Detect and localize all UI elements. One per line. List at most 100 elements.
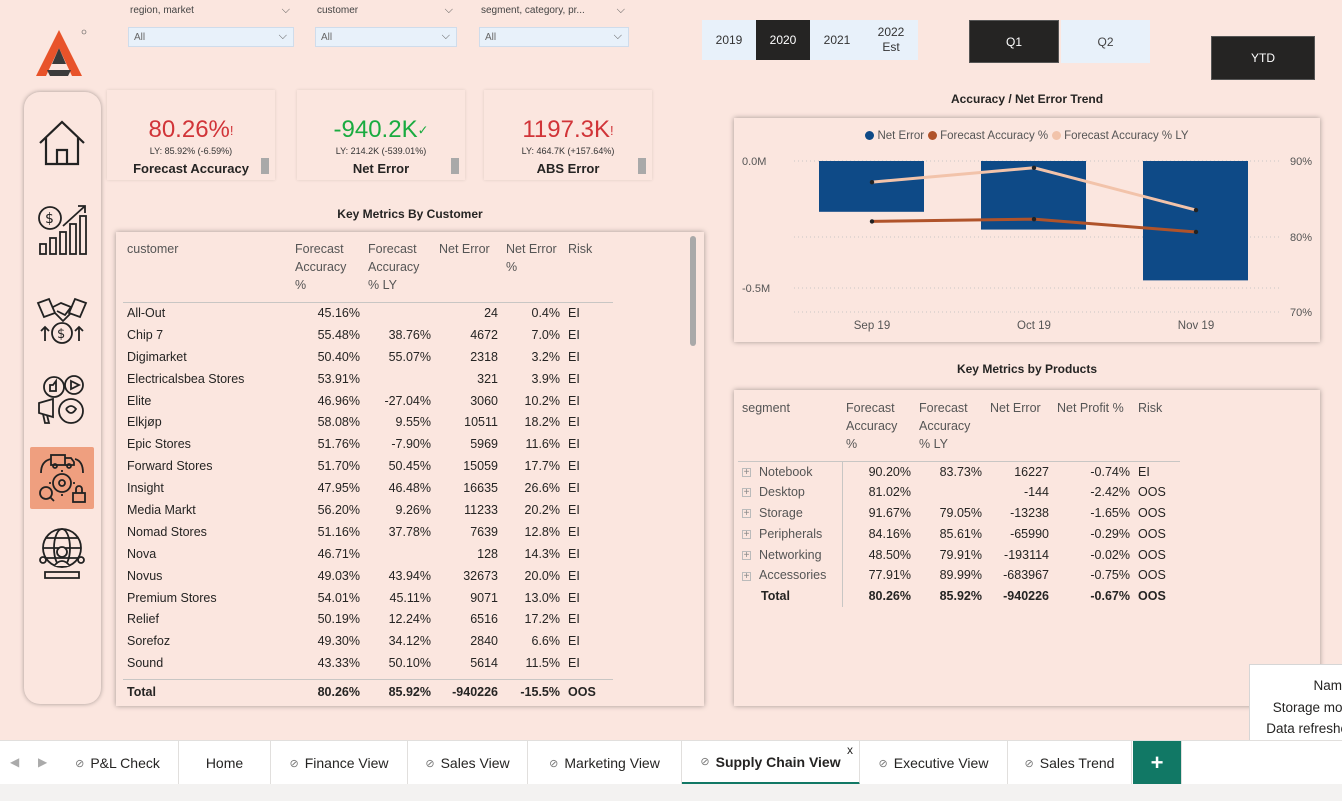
chevron-down-icon[interactable]: ⌵ (617, 4, 625, 17)
table-row[interactable]: Elkjøp 58.08% 9.55% 10511 18.2% EI (123, 411, 613, 433)
table-cell: EI (564, 608, 613, 630)
add-page-button[interactable]: + (1133, 741, 1182, 785)
nav-marketing[interactable] (30, 369, 94, 431)
q2-button[interactable]: Q2 (1061, 20, 1150, 63)
right-axis-tick: 80% (1290, 232, 1312, 244)
table-cell: 50.40% (291, 346, 364, 368)
table-cell: 11.5% (502, 652, 564, 674)
ytd-button[interactable]: YTD (1211, 36, 1315, 80)
table-cell: EI (564, 565, 613, 587)
table-row[interactable]: Forward Stores 51.70% 50.45% 15059 17.7% EI (123, 455, 613, 477)
kpi-label: Forecast Accuracy (133, 161, 249, 176)
page-tab[interactable]: ⊘ Sales Trend (1008, 741, 1132, 785)
filter-dropdown[interactable]: All ⌵ (479, 27, 629, 47)
column-header[interactable]: customer (123, 240, 291, 302)
year-button[interactable]: 2019 (702, 20, 756, 60)
tab-scroll-right-icon[interactable]: ▶ (38, 755, 47, 769)
line-point[interactable] (1031, 216, 1037, 222)
cell-text: Elite (127, 393, 152, 408)
table-cell: EI (564, 630, 613, 652)
table-row[interactable]: Digimarket 50.40% 55.07% 2318 3.2% EI (123, 346, 613, 368)
filter-dropdown[interactable]: All ⌵ (128, 27, 294, 47)
expand-icon[interactable]: + (742, 550, 751, 560)
year-button[interactable]: 2021 (810, 20, 864, 60)
nav-finance[interactable]: $ (30, 198, 94, 260)
net-error-bar[interactable] (819, 161, 924, 212)
table-row[interactable]: + Peripherals 84.16% 85.61% -65990 -0.29% OOS (738, 523, 1180, 545)
column-header[interactable]: Net Error (435, 240, 502, 302)
column-header[interactable]: segment (738, 399, 842, 461)
expand-icon[interactable]: + (742, 509, 751, 519)
cell-text: EI (568, 634, 580, 649)
table-row[interactable]: All-Out 45.16% 24 0.4% EI (123, 302, 613, 324)
table-row[interactable]: + Accessories 77.91% 89.99% -683967 -0.75% OOS (738, 564, 1180, 586)
column-header[interactable]: Risk (1134, 399, 1180, 461)
filter-dropdown[interactable]: All ⌵ (315, 27, 457, 47)
page-tab[interactable]: Home (179, 741, 271, 785)
table-row[interactable]: Chip 7 55.48% 38.76% 4672 7.0% EI (123, 324, 613, 346)
column-header[interactable]: Forecast Accuracy % LY (364, 240, 435, 302)
total-cell: 80.26% (317, 685, 360, 699)
table-cell: 3060 (435, 390, 502, 412)
table-row[interactable]: Elite 46.96% -27.04% 3060 10.2% EI (123, 390, 613, 412)
table-row[interactable]: Relief 50.19% 12.24% 6516 17.2% EI (123, 608, 613, 630)
line-point[interactable] (1193, 207, 1199, 213)
page-tab[interactable]: ⊘ Sales View (408, 741, 528, 785)
q1-button[interactable]: Q1 (969, 20, 1059, 63)
line-point[interactable] (869, 179, 875, 185)
cell-text: -65990 (1010, 526, 1049, 541)
page-tab[interactable]: ⊘ Finance View (271, 741, 408, 785)
table-row[interactable]: + Storage 91.67% 79.05% -13238 -1.65% OOS (738, 502, 1180, 524)
table-row[interactable]: + Notebook 90.20% 83.73% 16227 -0.74% EI (738, 461, 1180, 482)
expand-icon[interactable]: + (742, 467, 751, 477)
table-row[interactable]: Media Markt 56.20% 9.26% 11233 20.2% EI (123, 499, 613, 521)
table-row[interactable]: Electricalsbea Stores 53.91% 321 3.9% EI (123, 368, 613, 390)
line-point[interactable] (1193, 229, 1199, 235)
line-point[interactable] (1031, 165, 1037, 170)
resize-handle[interactable] (638, 158, 646, 174)
table-row[interactable]: Sorefoz 49.30% 34.12% 2840 6.6% EI (123, 630, 613, 652)
table-row[interactable]: Epic Stores 51.76% -7.90% 5969 11.6% EI (123, 433, 613, 455)
column-header[interactable]: Forecast Accuracy % (842, 399, 915, 461)
year-button[interactable]: 2020 (756, 20, 810, 60)
resize-handle[interactable] (261, 158, 269, 174)
expand-icon[interactable]: + (742, 488, 751, 498)
column-header[interactable]: Net Error % (502, 240, 564, 302)
table-row[interactable]: Novus 49.03% 43.94% 32673 20.0% EI (123, 565, 613, 587)
nav-executive[interactable] (30, 522, 94, 584)
expand-icon[interactable]: + (742, 571, 751, 581)
net-error-bar[interactable] (1143, 161, 1248, 281)
nav-sales[interactable]: $ (30, 289, 94, 351)
column-header[interactable]: Forecast Accuracy % LY (915, 399, 986, 461)
close-tab-icon[interactable]: x (847, 743, 853, 757)
column-header[interactable]: Net Profit % (1053, 399, 1134, 461)
page-tab[interactable]: ⊘ P&L Check (57, 741, 179, 785)
page-tab[interactable]: ⊘ Supply Chain View x (682, 741, 860, 785)
nav-supply-chain[interactable] (30, 447, 94, 509)
resize-handle[interactable] (451, 158, 459, 174)
table-row[interactable]: Insight 47.95% 46.48% 16635 26.6% EI (123, 477, 613, 499)
table-header-row: customer Forecast Accuracy % Forecast Accu… (123, 240, 613, 302)
nav-home[interactable] (30, 112, 94, 174)
table-row[interactable]: Nomad Stores 51.16% 37.78% 7639 12.8% EI (123, 521, 613, 543)
chevron-down-icon[interactable]: ⌵ (445, 4, 453, 17)
table-row[interactable]: + Networking 48.50% 79.91% -193114 -0.02% OOS (738, 544, 1180, 565)
table-cell: OOS (1134, 503, 1180, 524)
expand-icon[interactable]: + (742, 529, 751, 539)
cell-text: 46.96% (317, 393, 360, 408)
table-row[interactable]: Premium Stores 54.01% 45.11% 9071 13.0% EI (123, 587, 613, 609)
table-row[interactable]: Sound 43.33% 50.10% 5614 11.5% EI (123, 652, 613, 674)
tab-scroll-left-icon[interactable]: ◀ (10, 755, 19, 769)
table-row[interactable]: + Desktop 81.02% -144 -2.42% OOS (738, 481, 1180, 503)
column-header[interactable]: Net Error (986, 399, 1053, 461)
column-header[interactable]: Forecast Accuracy % (291, 240, 364, 302)
year-button[interactable]: 2022 Est (864, 20, 918, 60)
customer-table-scrollbar[interactable] (690, 236, 696, 346)
hidden-page-icon: ⊘ (75, 757, 85, 770)
line-point[interactable] (869, 219, 875, 224)
column-header[interactable]: Risk (564, 240, 613, 302)
page-tab[interactable]: ⊘ Executive View (860, 741, 1008, 785)
page-tab[interactable]: ⊘ Marketing View (528, 741, 682, 785)
chevron-down-icon[interactable]: ⌵ (282, 4, 290, 17)
table-row[interactable]: Nova 46.71% 128 14.3% EI (123, 543, 613, 565)
